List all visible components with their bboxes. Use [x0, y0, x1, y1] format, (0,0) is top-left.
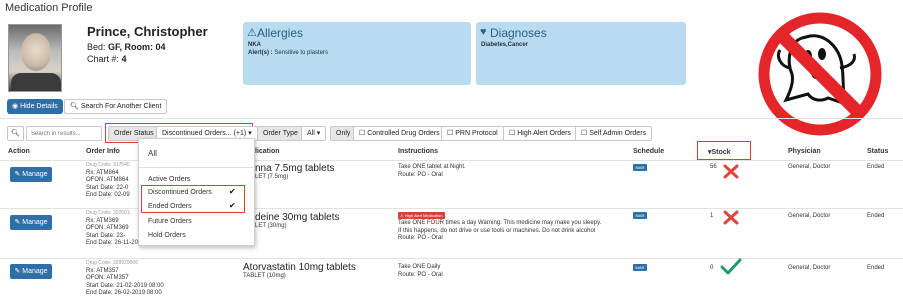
col-status: Status	[867, 148, 889, 155]
order-type-select[interactable]: All ▾	[301, 126, 327, 141]
search-results-input[interactable]	[26, 126, 102, 141]
search-icon: 🔍︎	[11, 130, 20, 137]
schedule-badge: MAR	[633, 212, 647, 219]
manage-button[interactable]: ✎ Manage	[10, 264, 52, 279]
edit-icon: ✎	[14, 171, 21, 178]
eye-icon: ◉	[12, 103, 19, 110]
allergies-card: ⚠ Allergies NKA Alert(s) : Sensitive to …	[243, 22, 471, 85]
client-photo	[8, 24, 62, 92]
col-schedule: Schedule	[633, 148, 665, 155]
physician: General, Doctor	[788, 213, 831, 219]
search-icon: 🔍︎	[70, 103, 79, 110]
physician: General, Doctor	[788, 164, 831, 170]
self-admin-checkbox[interactable]: ☐ Self Admin Orders	[575, 126, 653, 141]
client-name: Prince, Christopher	[87, 24, 208, 39]
controlled-drug-checkbox[interactable]: ☐ Controlled Drug Orders	[353, 126, 446, 141]
medication: Atorvastatin 10mg tablets TABLET (10mg)	[243, 262, 356, 279]
dropdown-item-ended[interactable]: Ended Orders	[148, 203, 192, 210]
checkbox-icon: ☐	[447, 130, 454, 137]
checkbox-icon: ☐	[581, 130, 588, 137]
order-info: Drug Code: 317540 Rx: ATM864 OFON: ATM86…	[86, 162, 130, 199]
allergies-alerts: Alert(s) : Sensitive to plasters	[248, 50, 329, 56]
status: Ended	[867, 265, 885, 271]
diagnoses-title: Diagnoses	[490, 26, 547, 40]
warning-icon: ⚠	[247, 27, 257, 39]
col-order-info: Order Info	[86, 148, 120, 155]
order-type-label: Order Type	[257, 126, 304, 141]
schedule-badge: MAR	[633, 264, 647, 271]
high-alert-badge: ⚠ High Alert Medication	[398, 212, 445, 219]
edit-icon: ✎	[14, 219, 21, 226]
order-status-dropdown: All Active Orders Discontinued Orders ✔ …	[138, 138, 255, 246]
caret-down-icon: ▾	[316, 130, 321, 137]
checkbox-icon: ☐	[359, 130, 366, 137]
stock-value: 0	[710, 265, 714, 271]
dropdown-item-hold[interactable]: Hold Orders	[148, 232, 186, 239]
checkbox-icon: ☐	[509, 130, 516, 137]
check-icon: ✔	[229, 201, 236, 210]
instructions: Take ONE Daily Route: PO - Oral	[398, 264, 443, 278]
instructions: Take ONE tablet at Night. Route: PO - Or…	[398, 164, 466, 178]
check-icon: ✔	[229, 187, 236, 196]
medication: deine 30mg tablets LET (30mg)	[255, 212, 340, 229]
edit-icon: ✎	[14, 268, 21, 275]
page-title: Medication Profile	[5, 2, 93, 14]
prn-protocol-checkbox[interactable]: ☐ PRN Protocol	[441, 126, 504, 141]
medication: nna 7.5mg tablets LET (7.5mg)	[255, 163, 335, 180]
col-physician: Physician	[788, 148, 821, 155]
col-stock[interactable]: ▾Stock	[708, 148, 731, 156]
instructions: Take ONE FOUR times a day Warning: This …	[398, 220, 602, 242]
manage-button[interactable]: ✎ Manage	[10, 215, 52, 230]
order-info: Drug Code: 329929006 Rx: ATM357 OFON: AT…	[86, 260, 164, 297]
hide-details-button[interactable]: ◉ Hide Details	[7, 99, 63, 114]
dropdown-item-discontinued[interactable]: Discontinued Orders	[148, 189, 212, 196]
stock-value: 56	[710, 164, 717, 170]
diagnoses-value: Diabetes,Cancer	[481, 42, 529, 48]
dropdown-item-future[interactable]: Future Orders	[148, 218, 192, 225]
dropdown-item-all[interactable]: All	[148, 149, 157, 158]
manage-button[interactable]: ✎ Manage	[10, 167, 52, 182]
stock-value: 1	[710, 213, 714, 219]
ghostbusters-logo	[758, 12, 882, 136]
schedule-badge: MAR	[633, 164, 647, 171]
divider	[0, 118, 903, 119]
green-check-icon	[720, 258, 742, 275]
client-bed: Bed: GF, Room: 04	[87, 42, 166, 52]
col-action: Action	[8, 148, 30, 155]
red-x-icon	[723, 164, 739, 179]
status: Ended	[867, 164, 885, 170]
physician: General, Doctor	[788, 265, 831, 271]
caret-down-icon: ▾	[248, 130, 252, 137]
heart-pulse-icon: ♥	[480, 26, 487, 38]
allergies-nka: NKA	[248, 42, 261, 48]
red-x-icon	[723, 210, 739, 225]
status: Ended	[867, 213, 885, 219]
allergies-title: Allergies	[257, 26, 304, 40]
col-medication: lication	[255, 148, 280, 155]
dropdown-item-active[interactable]: Active Orders	[148, 176, 190, 183]
client-chart: Chart #: 4	[87, 54, 127, 64]
search-client-button[interactable]: 🔍︎ Search For Another Client	[64, 99, 168, 114]
high-alert-checkbox[interactable]: ☐ High Alert Orders	[503, 126, 577, 141]
search-icon-button[interactable]: 🔍︎	[7, 126, 24, 141]
col-instructions: Instructions	[398, 148, 439, 155]
diagnoses-card: ♥ Diagnoses Diabetes,Cancer	[476, 22, 686, 85]
